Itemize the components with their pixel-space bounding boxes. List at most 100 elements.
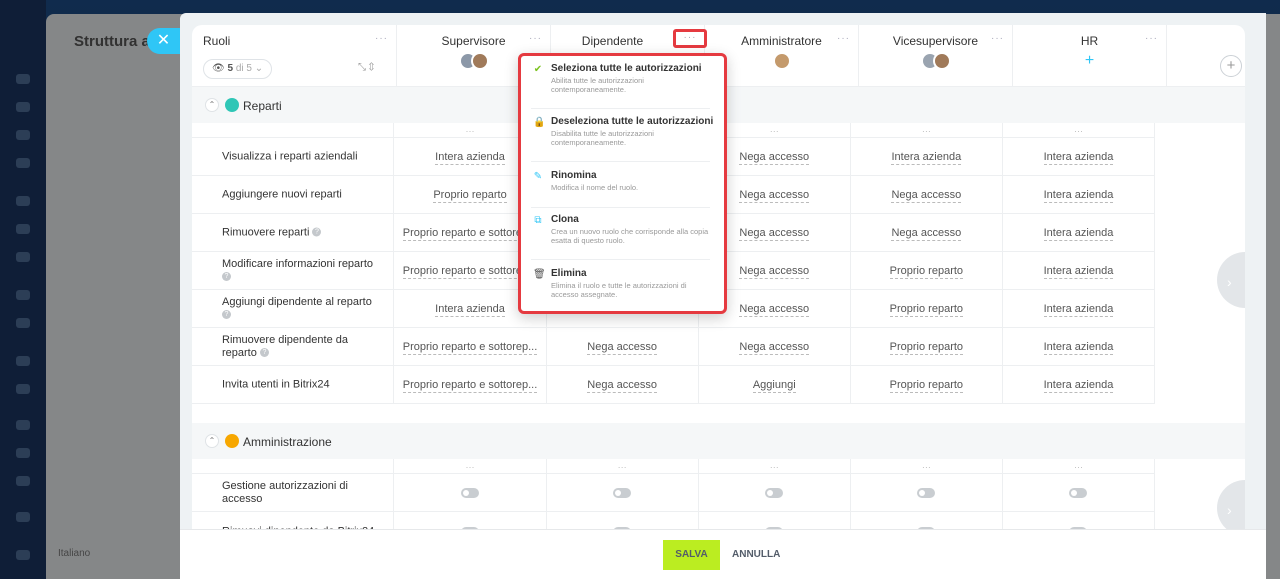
row-label-cell: Rimuovere reparti ? xyxy=(192,214,395,251)
permission-value[interactable]: Intera azienda xyxy=(1003,340,1154,355)
permission-cell[interactable]: Proprio reparto e sottorep... xyxy=(394,328,547,365)
permission-toggle[interactable] xyxy=(461,487,480,498)
cancel-button[interactable]: ANNULLA xyxy=(732,540,780,570)
permission-value[interactable]: Intera azienda xyxy=(851,150,1002,165)
permission-cell[interactable]: Proprio reparto xyxy=(851,290,1003,327)
permission-value[interactable]: Proprio reparto xyxy=(851,378,1002,393)
footer-bar: SALVA ANNULLA xyxy=(180,529,1266,579)
permission-cell[interactable] xyxy=(547,474,699,511)
permission-cell[interactable] xyxy=(851,512,1003,529)
permission-cell[interactable]: Proprio reparto e sottorep... xyxy=(394,366,547,403)
menu-item-desc: Crea un nuovo ruolo che corrisponde alla… xyxy=(551,227,709,245)
permission-value[interactable]: Nega accesso xyxy=(547,378,698,393)
permission-value[interactable]: Intera azienda xyxy=(1003,302,1154,317)
add-role-button[interactable]: + xyxy=(1220,55,1242,77)
menu-item-deselect-all[interactable]: 🔒 Deseleziona tutte le autorizzazioni Di… xyxy=(531,116,713,162)
permission-cell[interactable]: Intera azienda xyxy=(1003,366,1156,403)
permission-value[interactable]: Nega accesso xyxy=(547,340,698,355)
permission-cell[interactable] xyxy=(547,512,699,529)
permission-value[interactable]: Intera azienda xyxy=(1003,150,1154,165)
menu-item-select-all[interactable]: ✔ Seleziona tutte le autorizzazioni Abil… xyxy=(531,63,710,109)
menu-item-delete[interactable]: 🗑 Elimina Elimina il ruolo e tutte le au… xyxy=(531,268,710,314)
permission-value[interactable]: Proprio reparto e sottorep... xyxy=(394,340,545,355)
more-icon[interactable]: ··· xyxy=(1145,33,1158,44)
scroll-right-button[interactable]: › xyxy=(1217,252,1245,308)
permission-cell[interactable]: Aggiungi xyxy=(699,366,851,403)
help-icon[interactable]: ? xyxy=(222,272,231,282)
permission-cell[interactable]: Intera azienda xyxy=(1003,328,1156,365)
permission-cell[interactable]: Intera azienda xyxy=(1003,176,1156,213)
permission-label-text: Visualizza i reparti aziendali xyxy=(222,150,358,162)
section-title: Reparti xyxy=(243,99,282,113)
permission-cell[interactable]: Proprio reparto xyxy=(851,252,1003,289)
save-button[interactable]: SALVA xyxy=(663,540,720,570)
section-amministrazione[interactable]: ⌃ Amministrazione xyxy=(192,423,1245,459)
menu-item-clone[interactable]: ⧉ Clona Crea un nuovo ruolo che corrispo… xyxy=(531,214,710,260)
close-slider-button[interactable]: ✕ xyxy=(147,28,180,54)
chevron-up-icon[interactable]: ⌃ xyxy=(205,434,219,448)
permission-cell[interactable]: Nega accesso xyxy=(547,366,699,403)
permission-value[interactable]: Intera azienda xyxy=(1003,378,1154,393)
roles-counter[interactable]: 👁 5 di 5 ⌄ xyxy=(203,59,273,79)
permission-value[interactable]: Nega accesso xyxy=(851,188,1002,203)
permission-cell[interactable]: Proprio reparto xyxy=(851,366,1003,403)
permission-label: Aggiungi dipendente al reparto ? xyxy=(222,296,383,322)
permission-cell[interactable] xyxy=(1003,474,1156,511)
permission-cell[interactable] xyxy=(394,512,547,529)
help-icon[interactable]: ? xyxy=(259,348,269,358)
more-icon[interactable]: ··· xyxy=(991,33,1004,44)
row-label-cell: Gestione autorizzazioni di accesso xyxy=(192,474,395,511)
chevron-up-icon[interactable]: ⌃ xyxy=(205,98,219,112)
permission-cell[interactable]: Intera azienda xyxy=(1003,138,1156,175)
avatar xyxy=(932,52,951,70)
lock-icon: 🔒 xyxy=(533,117,546,128)
permission-toggle[interactable] xyxy=(917,487,936,498)
scroll-right-button[interactable]: › xyxy=(1217,480,1245,529)
permission-cell[interactable] xyxy=(394,474,547,511)
permission-value[interactable]: Intera azienda xyxy=(1003,264,1154,279)
permission-value[interactable]: Proprio reparto xyxy=(851,302,1002,317)
more-icon[interactable]: ··· xyxy=(837,33,850,44)
collapse-sort-icon[interactable]: ⤡ ⇕ xyxy=(358,62,374,73)
menu-item-desc: Disabilita tutte le autorizzazioni conte… xyxy=(551,129,654,147)
column-menu-row: ··· ··· ··· ··· ··· xyxy=(192,459,1156,474)
permission-cell[interactable]: Nega accesso xyxy=(851,214,1003,251)
permission-value[interactable]: Intera azienda xyxy=(1003,226,1154,241)
permission-cell[interactable]: Intera azienda xyxy=(851,138,1003,175)
more-icon[interactable]: ··· xyxy=(673,29,707,48)
column-amministratore: Amministratore ··· xyxy=(705,25,859,87)
permission-cell[interactable]: Intera azienda xyxy=(1003,252,1156,289)
add-member-icon[interactable]: + xyxy=(1081,52,1099,70)
permission-cell[interactable]: Nega accesso xyxy=(699,328,851,365)
menu-item-rename[interactable]: ✎ Rinomina Modifica il nome del ruolo. xyxy=(531,170,710,208)
permission-cell[interactable] xyxy=(1003,512,1156,529)
permission-cell[interactable]: Nega accesso xyxy=(851,176,1003,213)
more-icon[interactable]: ··· xyxy=(375,33,388,44)
permission-toggle[interactable] xyxy=(613,487,632,498)
column-title: Supervisore xyxy=(441,34,506,48)
row-label-cell: Rimuovere dipendente da reparto ? xyxy=(192,328,395,365)
permission-cell[interactable]: Nega accesso xyxy=(547,328,699,365)
column-title: Vicesupervisore xyxy=(892,34,979,48)
permission-toggle[interactable] xyxy=(765,487,784,498)
more-icon[interactable]: ··· xyxy=(529,33,542,44)
permission-value[interactable]: Proprio reparto xyxy=(851,264,1002,279)
permission-label-text: Rimuovere dipendente da reparto xyxy=(222,333,348,359)
permission-cell[interactable]: Intera azienda xyxy=(1003,290,1156,327)
permission-toggle[interactable] xyxy=(1069,487,1088,498)
permission-value[interactable]: Intera azienda xyxy=(1003,188,1154,203)
permission-cell[interactable] xyxy=(851,474,1003,511)
permission-value[interactable]: Nega accesso xyxy=(851,226,1002,241)
trash-icon: 🗑 xyxy=(533,269,546,280)
permission-value[interactable]: Proprio reparto e sottorep... xyxy=(394,378,545,393)
permission-value[interactable]: Proprio reparto xyxy=(851,340,1002,355)
permission-value[interactable]: Aggiungi xyxy=(699,378,850,393)
permission-cell[interactable] xyxy=(699,474,851,511)
help-icon[interactable]: ? xyxy=(222,310,231,320)
permission-cell[interactable]: Intera azienda xyxy=(1003,214,1156,251)
help-icon[interactable]: ? xyxy=(312,227,322,237)
permission-label-text: Rimuovere reparti xyxy=(222,226,310,238)
permission-cell[interactable] xyxy=(699,512,851,529)
permission-cell[interactable]: Proprio reparto xyxy=(851,328,1003,365)
permission-value[interactable]: Nega accesso xyxy=(699,340,850,355)
